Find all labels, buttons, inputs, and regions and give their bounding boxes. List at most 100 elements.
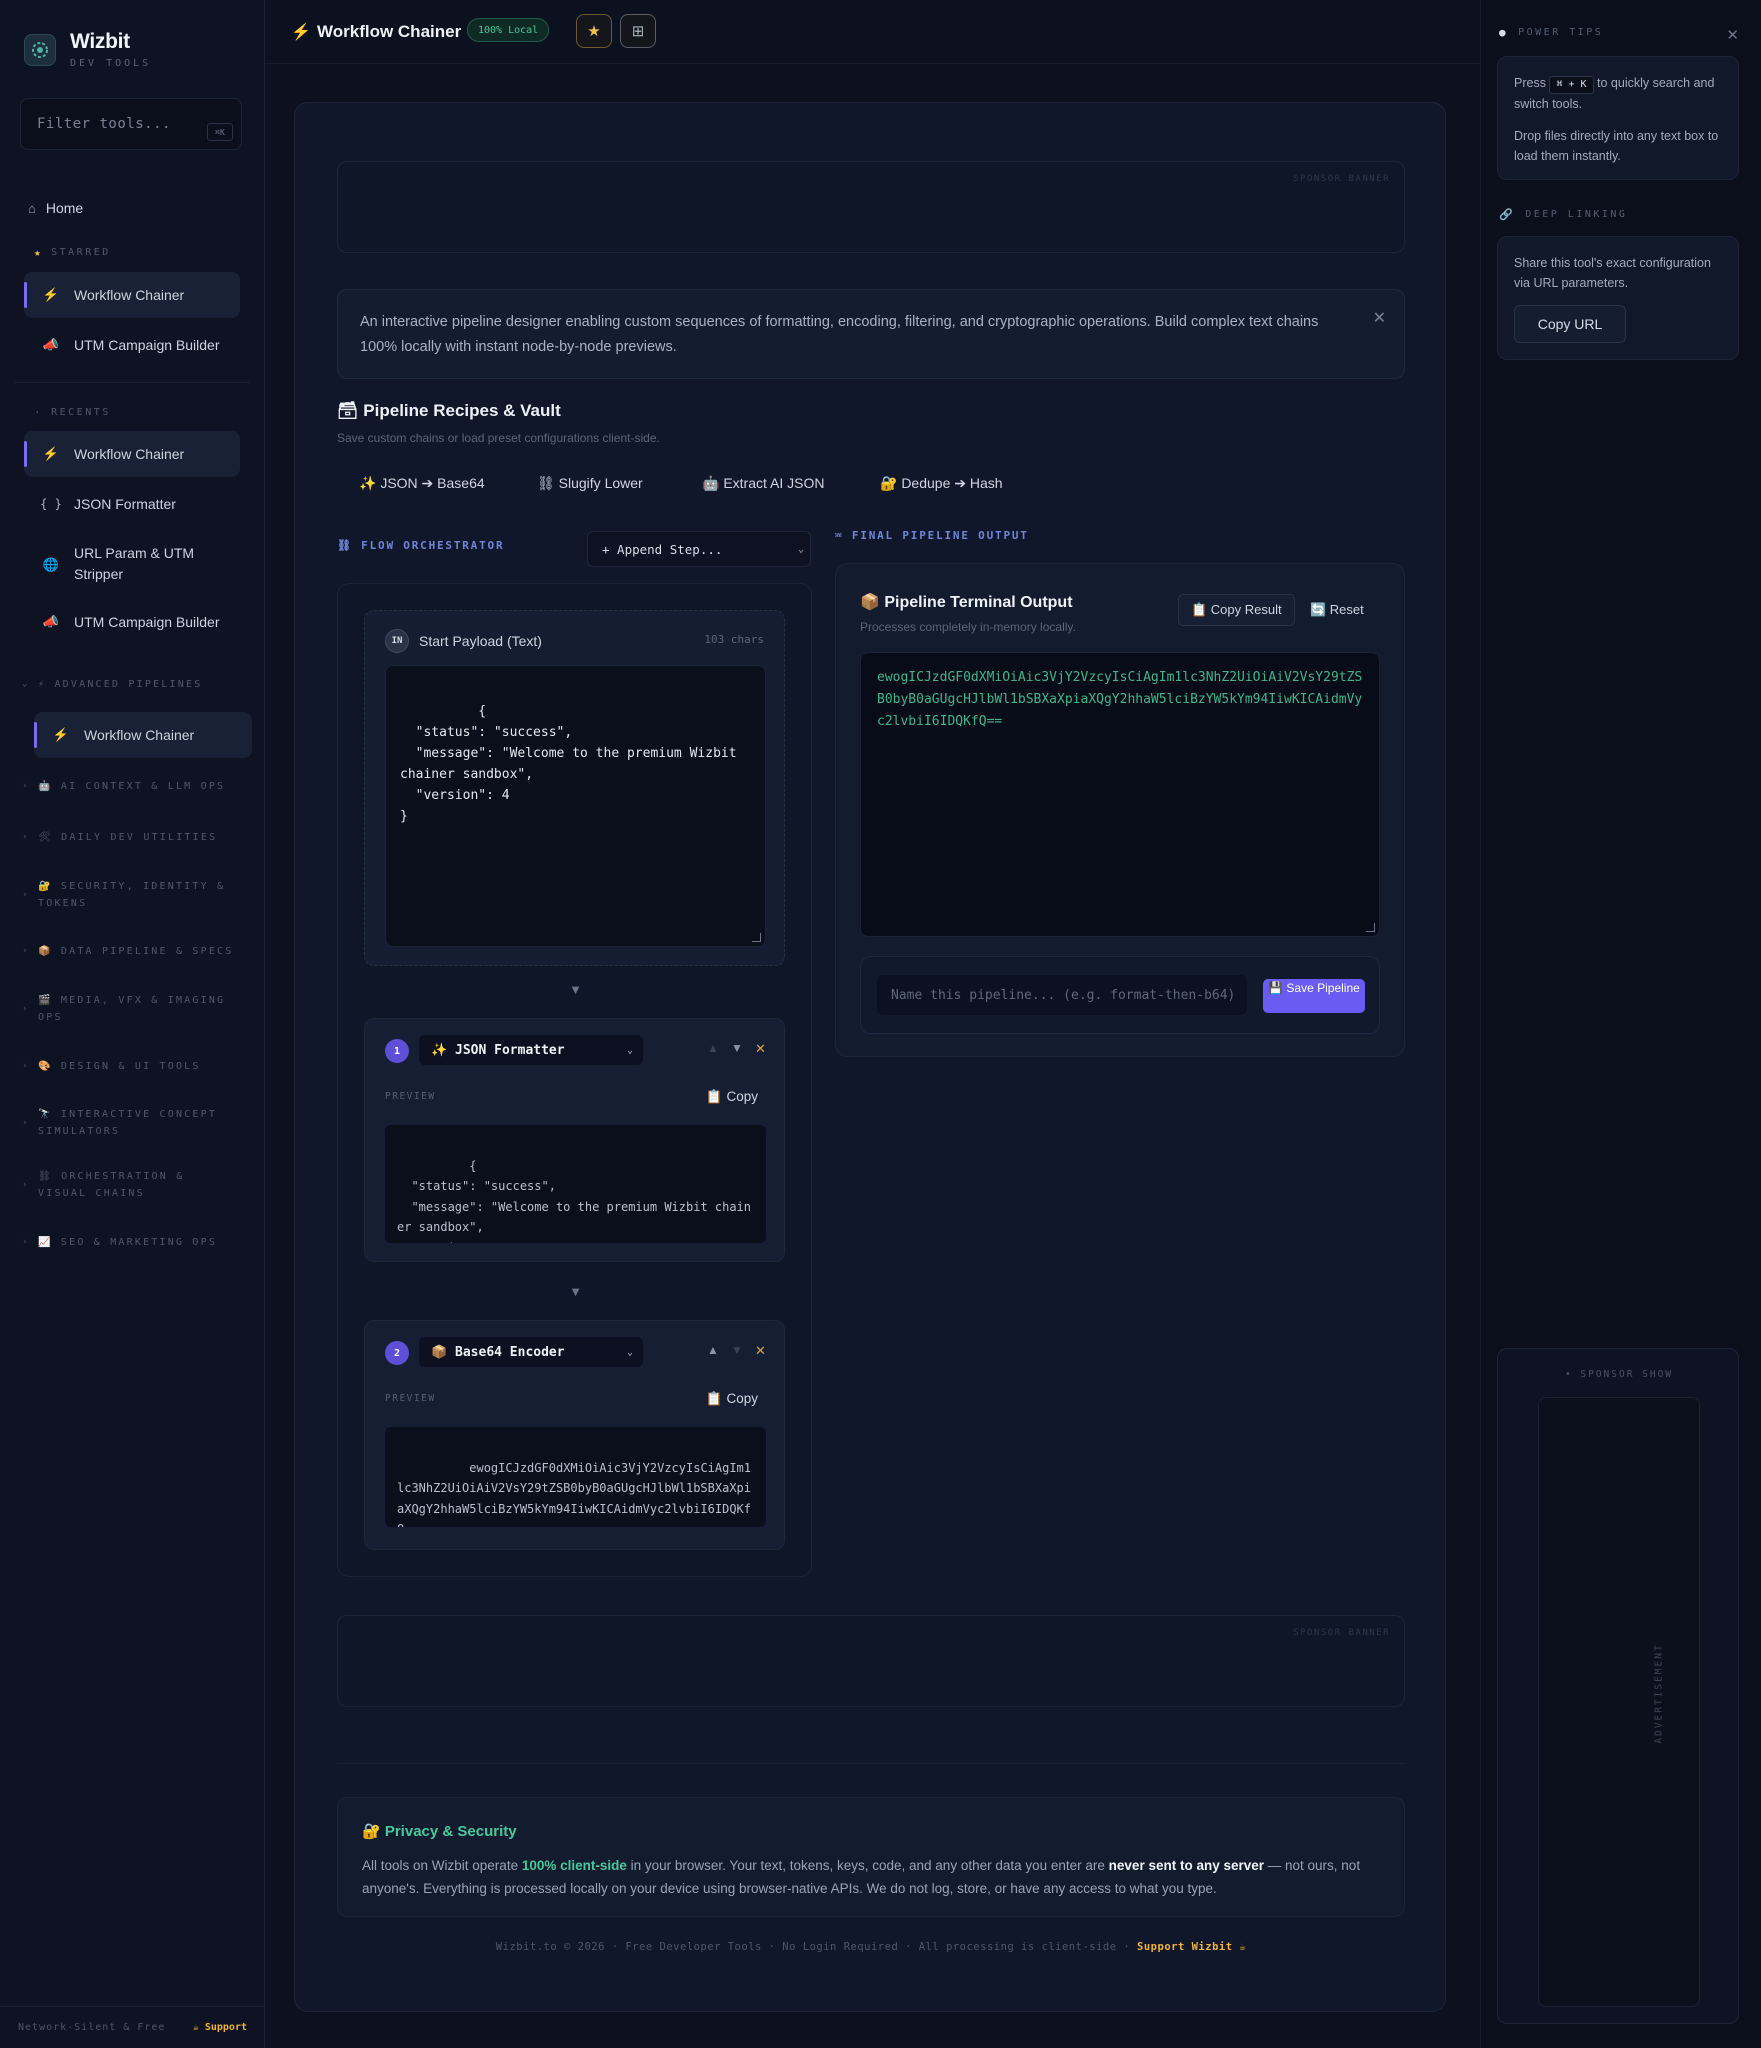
braces-icon: { }: [40, 497, 62, 511]
layout-button[interactable]: ⊞: [620, 14, 656, 48]
copy-url-button[interactable]: Copy URL: [1514, 305, 1626, 343]
network-silent-label: Network-Silent & Free: [18, 2022, 166, 2033]
step-type-label: 📦 Base64 Encoder: [431, 1344, 565, 1360]
save-pipeline-button[interactable]: 💾 Save Pipeline: [1263, 979, 1365, 1013]
deep-linking-card: Share this tool's exact configuration vi…: [1497, 236, 1739, 360]
ad-slot[interactable]: ADVERTISEMENT: [1538, 1397, 1700, 2007]
nav-item-label: URL Param & UTM Stripper: [74, 545, 195, 582]
terminal-output-value: ewogICJzdGF0dXMiOiAic3VjY2VzcyIsCiAgIm1l…: [877, 670, 1363, 729]
recent-item-workflow-chainer[interactable]: ⚡ Workflow Chainer: [24, 431, 240, 477]
close-icon[interactable]: ✕: [1726, 26, 1739, 44]
sponsor-banner-top[interactable]: SPONSOR BANNER: [337, 161, 1405, 253]
tip-drop-files: Drop files directly into any text box to…: [1514, 129, 1719, 163]
megaphone-icon: 📣: [42, 614, 60, 629]
chevron-right-icon: ›: [22, 1180, 30, 1190]
move-up-icon[interactable]: ▲: [707, 1041, 719, 1055]
right-rail: ● POWER TIPS ✕ Press ⌘ + K to quickly se…: [1480, 0, 1761, 2048]
output-card: 📦 Pipeline Terminal Output Processes com…: [835, 563, 1405, 1057]
category-seo[interactable]: › 📈 SEO & MARKETING OPS: [20, 1234, 240, 1251]
flow-orchestrator: IN Start Payload (Text) 103 chars { "sta…: [337, 583, 812, 1577]
nav-item-label: JSON Formatter: [74, 496, 176, 512]
divider: [337, 1763, 1405, 1764]
chevron-right-icon: ›: [22, 1004, 30, 1014]
starred-item-utm-builder[interactable]: 📣 UTM Campaign Builder: [24, 322, 240, 368]
privacy-title: 🔐 Privacy & Security: [362, 1823, 517, 1840]
starred-item-workflow-chainer[interactable]: ⚡ Workflow Chainer: [24, 272, 240, 318]
category-data-pipeline[interactable]: › 📦 DATA PIPELINE & SPECS: [20, 943, 240, 960]
recent-item-json-formatter[interactable]: { } JSON Formatter: [24, 481, 240, 527]
resize-handle[interactable]: [752, 933, 761, 942]
move-up-icon[interactable]: ▲: [707, 1343, 719, 1357]
category-simulators[interactable]: › 🔭 INTERACTIVE CONCEPT SIMULATORS: [20, 1106, 240, 1140]
flow-orchestrator-label: ⛓ FLOW ORCHESTRATOR: [337, 539, 505, 552]
copy-result-button[interactable]: 📋 Copy Result: [1178, 594, 1295, 626]
sponsor-banner-bottom[interactable]: SPONSOR BANNER: [337, 1615, 1405, 1707]
copy-preview-button[interactable]: 📋 Copy: [706, 1089, 758, 1105]
start-payload-card: IN Start Payload (Text) 103 chars { "sta…: [364, 610, 785, 966]
support-wizbit-link[interactable]: Support Wizbit ☕: [1137, 1941, 1246, 1953]
recent-item-url-stripper[interactable]: 🌐 URL Param & UTM Stripper: [24, 536, 240, 592]
divider: [14, 382, 250, 383]
sponsor-show-box[interactable]: • SPONSOR SHOW ADVERTISEMENT: [1497, 1348, 1739, 2024]
starred-section-label: ★ STARRED: [34, 246, 111, 259]
advanced-item-workflow-chainer[interactable]: ⚡ Workflow Chainer: [34, 712, 252, 758]
star-button[interactable]: ★: [576, 14, 612, 48]
move-down-icon[interactable]: ▼: [731, 1343, 743, 1357]
chevron-down-icon: ⌄: [626, 1346, 633, 1358]
brand-name: Wizbit: [70, 30, 130, 53]
char-count: 103 chars: [704, 633, 764, 646]
tip-search: Press ⌘ + K to quickly search and switch…: [1514, 76, 1715, 111]
start-payload-header: IN Start Payload (Text): [385, 629, 542, 653]
start-payload-textarea[interactable]: { "status": "success", "message": "Welco…: [385, 665, 766, 947]
chevron-right-icon: ›: [22, 946, 30, 956]
layout-icon: ⊞: [631, 23, 645, 40]
step-type-label: ✨ JSON Formatter: [431, 1042, 565, 1058]
category-advanced-pipelines[interactable]: ⌄ ⚡ ADVANCED PIPELINES: [20, 676, 240, 693]
recipe-json-base64[interactable]: ✨ JSON ➔ Base64: [359, 475, 485, 492]
intro-text: An interactive pipeline designer enablin…: [360, 314, 1319, 355]
close-icon[interactable]: ✕: [1373, 306, 1386, 331]
step-preview: ewogICJzdGF0dXMiOiAic3VjY2VzcyIsCiAgIm1l…: [385, 1427, 766, 1527]
category-design[interactable]: › 🎨 DESIGN & UI TOOLS: [20, 1058, 240, 1075]
resize-handle[interactable]: [1366, 923, 1375, 932]
nav-home[interactable]: ⌂ Home: [28, 200, 83, 216]
final-output-label: ⎃ FINAL PIPELINE OUTPUT: [835, 529, 1029, 542]
category-media[interactable]: › 🎬 MEDIA, VFX & IMAGING OPS: [20, 992, 240, 1026]
preview-label: PREVIEW: [385, 1091, 436, 1102]
input-badge: IN: [385, 629, 409, 653]
recipe-dedupe-hash[interactable]: 🔐 Dedupe ➔ Hash: [880, 475, 1003, 492]
page-title: Workflow Chainer: [317, 21, 462, 41]
step-type-select[interactable]: ✨ JSON Formatter ⌄: [419, 1035, 643, 1065]
reset-button[interactable]: 🔄 Reset: [1310, 602, 1364, 618]
bolt-icon: ⚡: [42, 446, 60, 461]
recent-item-utm-builder[interactable]: 📣 UTM Campaign Builder: [24, 599, 240, 645]
privacy-card: 🔐 Privacy & Security All tools on Wizbit…: [337, 1797, 1405, 1917]
recipes-subtitle: Save custom chains or load preset config…: [337, 431, 660, 445]
step-type-select[interactable]: 📦 Base64 Encoder ⌄: [419, 1337, 643, 1367]
lightbulb-icon: ●: [1499, 26, 1509, 39]
remove-step-icon[interactable]: ✕: [755, 1343, 766, 1359]
pipeline-name-placeholder: Name this pipeline... (e.g. format-then-…: [891, 987, 1236, 1003]
pipeline-name-input[interactable]: Name this pipeline... (e.g. format-then-…: [877, 975, 1247, 1015]
remove-step-icon[interactable]: ✕: [755, 1041, 766, 1057]
deep-linking-label: 🔗 DEEP LINKING: [1499, 208, 1628, 221]
recents-section-label: · RECENTS: [34, 406, 111, 419]
shortcut-hint: ⌘K: [207, 123, 233, 141]
copy-preview-button[interactable]: 📋 Copy: [706, 1391, 758, 1407]
step-card: 2 📦 Base64 Encoder ⌄ ▲ ▼ ✕ PREVIEW 📋 Cop…: [364, 1320, 785, 1550]
flow-arrow-icon: ▼: [569, 982, 582, 997]
terminal-output[interactable]: ewogICJzdGF0dXMiOiAic3VjY2VzcyIsCiAgIm1l…: [860, 652, 1380, 937]
recipe-extract-ai-json[interactable]: 🤖 Extract AI JSON: [702, 475, 824, 492]
recipe-slugify-lower[interactable]: ⛓ Slugify Lower: [537, 475, 643, 492]
category-orchestration[interactable]: › ⛓ ORCHESTRATION & VISUAL CHAINS: [20, 1168, 240, 1202]
move-down-icon[interactable]: ▼: [731, 1041, 743, 1055]
nav-item-label: Workflow Chainer: [74, 446, 185, 462]
category-daily-dev[interactable]: › 🛠 DAILY DEV UTILITIES: [20, 829, 240, 846]
category-security[interactable]: › 🔐 SECURITY, IDENTITY & TOKENS: [20, 878, 240, 912]
append-step-select[interactable]: + Append Step... ⌄: [587, 531, 811, 567]
power-tips-card: Press ⌘ + K to quickly search and switch…: [1497, 56, 1739, 180]
support-link[interactable]: ☕ Support: [193, 2022, 247, 2033]
filter-tools-input[interactable]: Filter tools... ⌘K: [20, 98, 242, 150]
category-ai-context[interactable]: › 🤖 AI CONTEXT & LLM OPS: [20, 778, 240, 795]
brand[interactable]: Wizbit DEV TOOLS: [24, 30, 151, 69]
